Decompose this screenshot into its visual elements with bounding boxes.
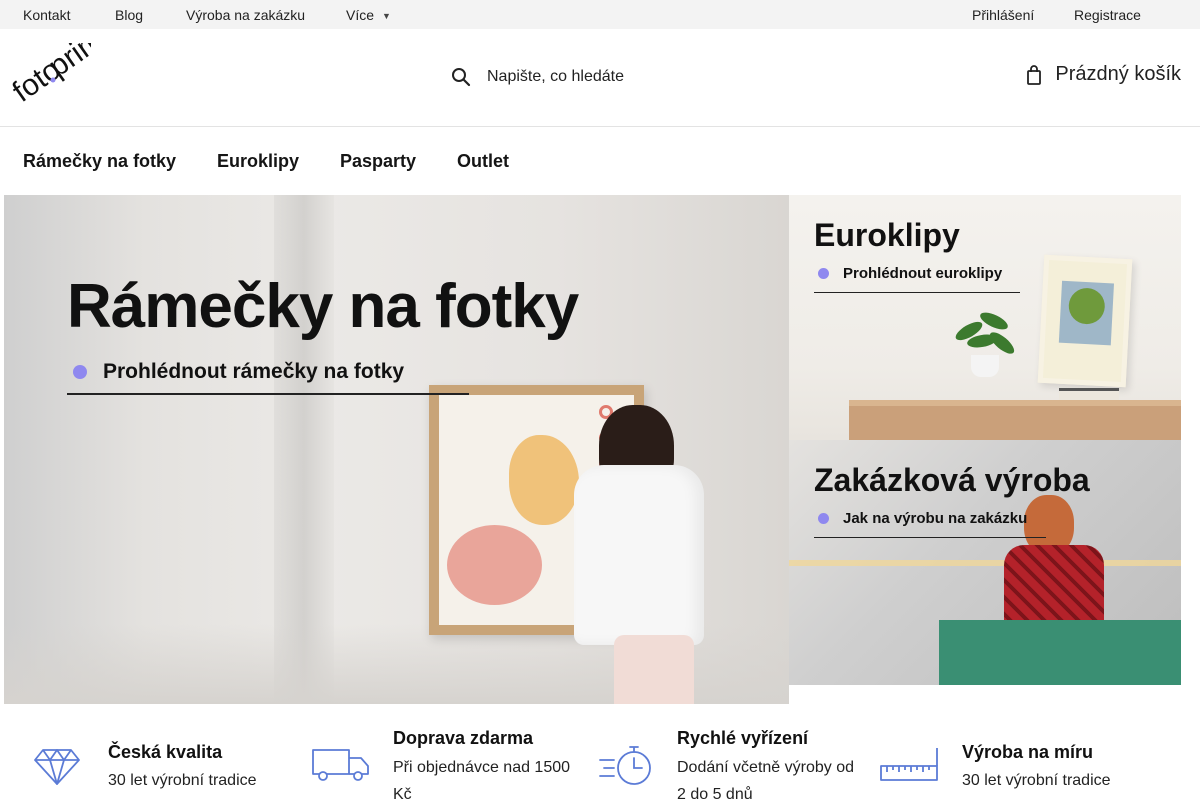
register-link[interactable]: Registrace: [1074, 7, 1141, 23]
diamond-icon: [34, 749, 80, 785]
logo-icon: foto prim: [7, 23, 110, 109]
banner-euroklipy-title: Euroklipy: [814, 217, 960, 253]
banner-main-link-label: Prohlédnout rámečky na fotky: [103, 360, 405, 383]
bullet-dot-icon: [818, 513, 829, 524]
banner-photo-shelf: [849, 400, 1181, 440]
feature-rychle-vyrizeni: Rychlé vyřízení Dodání včetně výroby od …: [598, 720, 868, 803]
banner-main-title: Rámečky na fotky: [67, 272, 579, 341]
nav-item-outlet[interactable]: Outlet: [457, 151, 509, 172]
banner-zakazkova-link[interactable]: Jak na výrobu na zakázku: [814, 508, 1046, 538]
ruler-icon: [880, 748, 938, 781]
banner-photo-plant: [949, 305, 1019, 380]
feature-title: Doprava zdarma: [393, 728, 534, 748]
nav-item-ramecky[interactable]: Rámečky na fotky: [23, 151, 176, 172]
feature-desc: 30 let výrobní tradice: [108, 772, 257, 789]
feature-title: Česká kvalita: [108, 742, 223, 762]
banner-photo-books: [1059, 388, 1119, 400]
banner-euroklipy[interactable]: Euroklipy Prohlédnout euroklipy: [789, 195, 1181, 440]
nav-item-euroklipy[interactable]: Euroklipy: [217, 151, 299, 172]
main-navigation: Rámečky na fotky Euroklipy Pasparty Outl…: [0, 127, 1200, 195]
banner-euroklipy-link[interactable]: Prohlédnout euroklipy: [814, 263, 1020, 293]
feature-title: Rychlé vyřízení: [677, 728, 809, 748]
feature-vyroba-na-miru: Výroba na míru 30 let výrobní tradice: [879, 720, 1179, 800]
feature-doprava-zdarma: Doprava zdarma Při objednávce nad 1500 K…: [311, 720, 591, 803]
banner-photo-frame: [1037, 254, 1133, 388]
banner-zakazkova-link-label: Jak na výrobu na zakázku: [843, 510, 1028, 527]
search-input[interactable]: Napište, co hledáte: [487, 68, 624, 86]
chevron-down-icon: ▼: [382, 11, 391, 21]
cart-label: Prázdný košík: [1055, 63, 1181, 85]
search-bar[interactable]: Napište, co hledáte: [451, 63, 624, 91]
banner-photo-person: [564, 405, 724, 704]
login-link[interactable]: Přihlášení: [972, 7, 1034, 23]
feature-desc: 30 let výrobní tradice: [962, 772, 1111, 789]
topbar-link-vyroba[interactable]: Výroba na zakázku: [186, 7, 305, 23]
truck-icon: [312, 749, 369, 781]
topbar-more-menu[interactable]: Více ▼: [346, 7, 391, 23]
banner-photo-light: [789, 560, 1181, 566]
search-icon[interactable]: [451, 67, 471, 87]
bullet-dot-icon: [73, 365, 87, 379]
feature-ceska-kvalita: Česká kvalita 30 let výrobní tradice: [33, 720, 293, 800]
banner-zakazkova-vyroba[interactable]: Zakázková výroba Jak na výrobu na zakázk…: [789, 440, 1181, 685]
topbar-more-label: Více: [346, 7, 375, 23]
banner-zakazkova-title: Zakázková výroba: [814, 462, 1090, 498]
stopwatch-icon: [599, 746, 651, 785]
topbar-link-kontakt[interactable]: Kontakt: [23, 7, 70, 23]
nav-item-pasparty[interactable]: Pasparty: [340, 151, 416, 172]
artwork-shape: [447, 525, 542, 605]
feature-title: Výroba na míru: [962, 742, 1094, 762]
header: foto prim Napište, co hledáte Prázdný ko…: [0, 23, 1200, 127]
logo[interactable]: foto prim: [3, 23, 110, 109]
bullet-dot-icon: [818, 268, 829, 279]
cart-icon: [1027, 64, 1042, 85]
topbar-link-blog[interactable]: Blog: [115, 7, 143, 23]
banner-euroklipy-link-label: Prohlédnout euroklipy: [843, 265, 1003, 282]
banner-photo-machine: [939, 620, 1181, 685]
cart-button[interactable]: Prázdný košík: [1027, 63, 1181, 86]
top-bar: Kontakt Blog Výroba na zakázku Více ▼ Při…: [0, 0, 1200, 29]
banner-ramecky[interactable]: Rámečky na fotky Prohlédnout rámečky na …: [4, 195, 789, 704]
banner-main-link[interactable]: Prohlédnout rámečky na fotky: [67, 357, 469, 395]
